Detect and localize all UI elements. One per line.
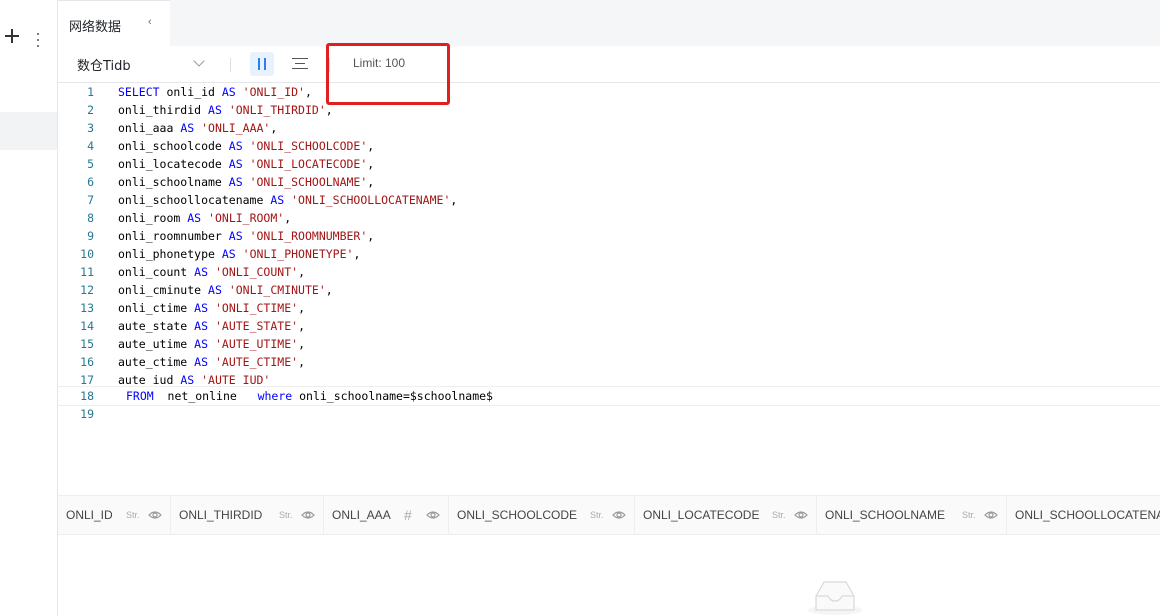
rail-selected-item[interactable] xyxy=(0,112,57,150)
column-name: ONLI_LOCATECODE xyxy=(643,508,760,522)
editor-toolbar: 数仓Tidb Limit: 100 xyxy=(58,43,1160,105)
column-header[interactable]: ONLI_LOCATECODE Str. xyxy=(635,496,817,534)
column-header[interactable]: ONLI_ID Str. xyxy=(58,496,171,534)
column-name: ONLI_SCHOOLNAME xyxy=(825,508,946,522)
line-number: 7 xyxy=(87,193,94,207)
code-line: 2 onli_thirdid AS 'ONLI_THIRDID', xyxy=(58,101,1160,119)
sql-identifier: onli_id xyxy=(159,85,222,99)
column-type: Str. xyxy=(590,510,604,520)
align-center-icon[interactable] xyxy=(288,52,312,76)
eye-icon[interactable] xyxy=(148,508,162,522)
code-line: 9 onli_roomnumber AS 'ONLI_ROOMNUMBER', xyxy=(58,227,1160,245)
code-line: 11 onli_count AS 'ONLI_COUNT', xyxy=(58,263,1160,281)
column-header[interactable]: ONLI_AAA # xyxy=(324,496,449,534)
code-line-active: 18 FROM net_online where onli_schoolname… xyxy=(58,386,1160,406)
database-select-value: 数仓Tidb xyxy=(77,59,131,74)
toolbar-divider xyxy=(230,58,231,72)
more-vertical-icon[interactable] xyxy=(36,33,40,47)
column-header[interactable]: ONLI_SCHOOLCODE Str. xyxy=(449,496,635,534)
database-select[interactable]: 数仓Tidb xyxy=(77,55,205,74)
tab-title: 网络数据 xyxy=(69,20,122,35)
code-line: 6 onli_schoolname AS 'ONLI_SCHOOLNAME', xyxy=(58,173,1160,191)
sql-string: 'ONLI_ID' xyxy=(242,85,305,99)
column-type: Str. xyxy=(962,510,976,520)
column-name: ONLI_THIRDID xyxy=(179,508,263,522)
line-number: 6 xyxy=(87,175,94,189)
column-header[interactable]: ONLI_SCHOOLNAME Str. xyxy=(817,496,1007,534)
line-number: 18 xyxy=(80,389,94,403)
column-name: ONLI_SCHOOLCODE xyxy=(457,508,578,522)
left-rail xyxy=(0,0,58,616)
code-line: 7 onli_schoollocatename AS 'ONLI_SCHOOLL… xyxy=(58,191,1160,209)
column-name: ONLI_SCHOOLLOCATENAME xyxy=(1015,508,1160,522)
line-number: 5 xyxy=(87,157,94,171)
code-line: 4 onli_schoolcode AS 'ONLI_SCHOOLCODE', xyxy=(58,137,1160,155)
column-header[interactable]: ONLI_THIRDID Str. xyxy=(171,496,324,534)
code-line: 12 onli_cminute AS 'ONLI_CMINUTE', xyxy=(58,281,1160,299)
tab-network-data[interactable]: 网络数据 ‹ xyxy=(58,0,170,47)
eye-icon[interactable] xyxy=(426,508,440,522)
plus-icon[interactable] xyxy=(5,29,19,43)
column-type: Str. xyxy=(126,510,140,520)
line-number: 15 xyxy=(80,337,94,351)
pause-icon[interactable] xyxy=(250,52,274,76)
sql-keyword: AS xyxy=(221,85,236,99)
line-number: 10 xyxy=(80,247,94,261)
line-number: 12 xyxy=(80,283,94,297)
column-type: # xyxy=(404,507,412,523)
empty-inbox-icon xyxy=(808,581,862,615)
column-type: Str. xyxy=(772,510,786,520)
code-line: 14 aute_state AS 'AUTE_STATE', xyxy=(58,317,1160,335)
eye-icon[interactable] xyxy=(301,508,315,522)
line-number: 17 xyxy=(80,373,94,387)
line-number: 4 xyxy=(87,139,94,153)
code-line: 15 aute_utime AS 'AUTE_UTIME', xyxy=(58,335,1160,353)
column-name: ONLI_ID xyxy=(66,508,113,522)
line-number: 14 xyxy=(80,319,94,333)
line-number: 3 xyxy=(87,121,94,135)
code-line: 10 onli_phonetype AS 'ONLI_PHONETYPE', xyxy=(58,245,1160,263)
line-number: 8 xyxy=(87,211,94,225)
column-header[interactable]: ONLI_SCHOOLLOCATENAME xyxy=(1007,496,1160,534)
sql-editor[interactable]: 1 SELECT onli_id AS 'ONLI_ID', 2 onli_th… xyxy=(58,83,1160,421)
code-line: 3 onli_aaa AS 'ONLI_AAA', xyxy=(58,119,1160,137)
line-number: 19 xyxy=(80,407,94,421)
eye-icon[interactable] xyxy=(794,508,808,522)
tab-bar: 网络数据 ‹ xyxy=(58,0,1160,47)
line-number: 11 xyxy=(80,265,94,279)
eye-icon[interactable] xyxy=(984,508,998,522)
code-line: 5 onli_locatecode AS 'ONLI_LOCATECODE', xyxy=(58,155,1160,173)
line-number: 9 xyxy=(87,229,94,243)
line-number: 16 xyxy=(80,355,94,369)
code-line: 13 onli_ctime AS 'ONLI_CTIME', xyxy=(58,299,1160,317)
line-number: 2 xyxy=(87,103,94,117)
collapse-icon[interactable]: ‹ xyxy=(148,16,152,28)
line-number: 13 xyxy=(80,301,94,315)
code-line: 19 xyxy=(58,405,1160,423)
column-type: Str. xyxy=(279,510,293,520)
code-line: 8 onli_room AS 'ONLI_ROOM', xyxy=(58,209,1160,227)
results-header: ONLI_ID Str. ONLI_THIRDID Str. ONLI_AAA … xyxy=(58,495,1160,535)
chevron-down-icon xyxy=(193,55,205,67)
code-line: 1 SELECT onli_id AS 'ONLI_ID', xyxy=(58,83,1160,101)
sql-keyword: SELECT xyxy=(118,85,160,99)
eye-icon[interactable] xyxy=(612,508,626,522)
column-name: ONLI_AAA xyxy=(332,508,391,522)
line-number: 1 xyxy=(87,85,94,99)
code-line: 16 aute_ctime AS 'AUTE_CTIME', xyxy=(58,353,1160,371)
